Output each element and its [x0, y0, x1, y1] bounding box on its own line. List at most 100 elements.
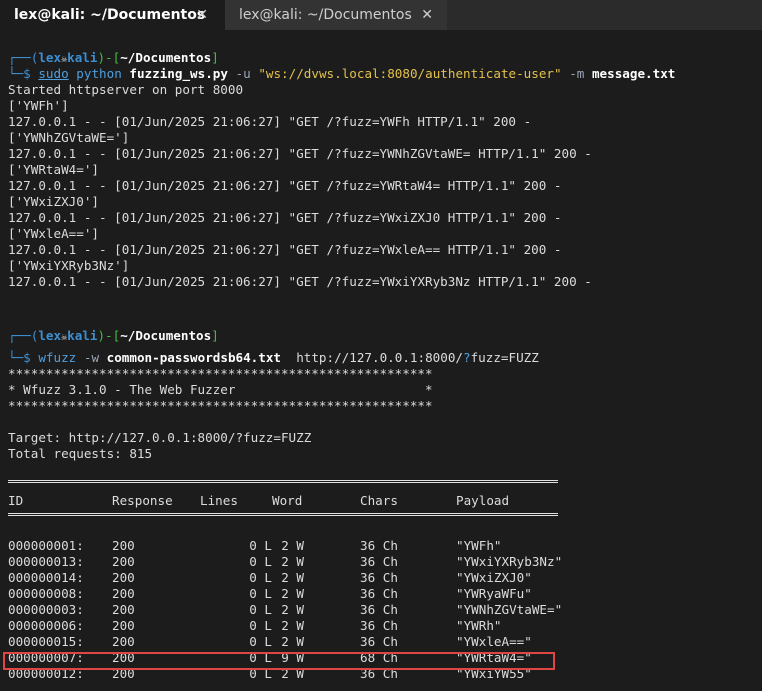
- output-line: 127.0.0.1 - - [01/Jun/2025 21:06:27] "GE…: [8, 146, 592, 161]
- banner-stars: ****************************************…: [8, 398, 433, 413]
- prompt-line: ┌──(lex☠kali)-[~/Documentos]: [8, 50, 219, 66]
- cmd-url: "ws://dvws.local:8080/authenticate-user": [258, 66, 562, 81]
- cmd-flag: -m: [569, 66, 585, 81]
- cell-payload: "YWxiYXRyb3Nz": [456, 554, 563, 569]
- cell-payload: "YWxiZXJ0": [456, 570, 532, 585]
- cmd-flag: -w: [83, 350, 100, 365]
- cmd-sudo: sudo: [38, 66, 69, 81]
- cell-payload: "YWRh": [456, 618, 502, 633]
- cell-lines: 0 L: [249, 554, 272, 569]
- tab-terminal-1[interactable]: lex@kali: ~/Documentos ✕: [0, 0, 222, 30]
- cell-word: 2 W: [281, 538, 304, 553]
- cell-response: 200: [112, 618, 135, 633]
- output-line: ['YWxiZXJ0']: [8, 194, 99, 209]
- table-rule: [8, 513, 558, 516]
- cell-payload: "YWRyaWFu": [456, 586, 532, 601]
- cell-id: 000000015:: [8, 634, 84, 649]
- cell-id: 000000008:: [8, 586, 84, 601]
- terminal-output[interactable]: ┌──(lex☠kali)-[~/Documentos] └─$ sudo py…: [0, 30, 762, 691]
- cell-id: 000000001:: [8, 538, 84, 553]
- cmd-flag: -u: [235, 66, 251, 81]
- command-line: └─$ sudo python fuzzing_ws.py -u "ws://d…: [8, 66, 675, 82]
- prompt-user: lex: [38, 328, 62, 343]
- cell-payload: "YWxleA==": [456, 634, 532, 649]
- output-line: 127.0.0.1 - - [01/Jun/2025 21:06:27] "GE…: [8, 178, 562, 193]
- output-line: 127.0.0.1 - - [01/Jun/2025 21:06:27] "GE…: [8, 210, 562, 225]
- output-line: ['YWxleA==']: [8, 226, 99, 241]
- cell-chars: 36 Ch: [360, 586, 398, 601]
- col-chars: Chars: [360, 493, 398, 508]
- output-line: ['YWxiYXRyb3Nz']: [8, 258, 130, 273]
- cmd-url-param: fuzz=FUZZ: [470, 350, 539, 365]
- prompt-path: ~/Documentos: [120, 328, 212, 343]
- cell-response: 200: [112, 554, 135, 569]
- output-line: 127.0.0.1 - - [01/Jun/2025 21:06:27] "GE…: [8, 274, 592, 289]
- cell-response: 200: [112, 602, 135, 617]
- banner-stars: ****************************************…: [8, 366, 433, 381]
- cell-lines: 0 L: [249, 538, 272, 553]
- highlight-box: [3, 652, 555, 670]
- cmd-url: http://127.0.0.1:8000/: [296, 350, 463, 365]
- cell-chars: 36 Ch: [360, 602, 398, 617]
- col-lines: Lines: [200, 493, 238, 508]
- cell-lines: 0 L: [249, 634, 272, 649]
- cmd-wfuzz: wfuzz: [38, 350, 77, 365]
- cell-chars: 36 Ch: [360, 634, 398, 649]
- cell-word: 2 W: [281, 554, 304, 569]
- output-line: ['YWFh']: [8, 98, 69, 113]
- cell-payload: "YWFh": [456, 538, 502, 553]
- table-row: 000000015: 200 0 L 2 W 36 Ch "YWxleA==": [8, 634, 532, 650]
- table-row: 000000008: 200 0 L 2 W 36 Ch "YWRyaWFu": [8, 586, 532, 602]
- table-row: 000000003: 200 0 L 2 W 36 Ch "YWNhZGVtaWE=": [8, 602, 562, 618]
- cell-chars: 36 Ch: [360, 554, 398, 569]
- table-row: 000000001: 200 0 L 2 W 36 Ch "YWFh": [8, 538, 502, 554]
- prompt-close: ]: [211, 50, 219, 65]
- col-payload: Payload: [456, 493, 510, 508]
- output-line: 127.0.0.1 - - [01/Jun/2025 21:06:27] "GE…: [8, 114, 532, 129]
- tab-label: lex@kali: ~/Documentos: [239, 7, 412, 23]
- table-rule: [8, 480, 558, 483]
- col-response: Response: [112, 493, 173, 508]
- cmd-script: fuzzing_ws.py: [129, 66, 228, 81]
- tab-label: lex@kali: ~/Documentos: [14, 7, 206, 23]
- close-icon[interactable]: ✕: [196, 7, 208, 23]
- cell-id: 000000006:: [8, 618, 84, 633]
- target-line: Target: http://127.0.0.1:8000/?fuzz=FUZZ: [8, 430, 312, 445]
- prompt-line: ┌──(lex☠kali)-[~/Documentos]: [8, 328, 219, 344]
- tab-bar: lex@kali: ~/Documentos ✕ lex@kali: ~/Doc…: [0, 0, 762, 30]
- cell-lines: 0 L: [249, 570, 272, 585]
- col-word: Word: [272, 493, 303, 508]
- cell-id: 000000013:: [8, 554, 84, 569]
- cell-response: 200: [112, 570, 135, 585]
- tab-terminal-2[interactable]: lex@kali: ~/Documentos ✕: [225, 0, 447, 30]
- table-row: 000000013: 200 0 L 2 W 36 Ch "YWxiYXRyb3Nz": [8, 554, 562, 570]
- command-line: └─$ wfuzz -w common-passwordsb64.txt htt…: [8, 350, 539, 366]
- cell-word: 2 W: [281, 570, 304, 585]
- cell-id: 000000014:: [8, 570, 84, 585]
- close-icon[interactable]: ✕: [421, 7, 433, 23]
- cell-payload: "YWNhZGVtaWE=": [456, 602, 563, 617]
- cell-response: 200: [112, 538, 135, 553]
- table-header: ID Response Lines Word Chars Payload: [8, 493, 509, 509]
- prompt-close: ]: [211, 328, 219, 343]
- cmd-python: python: [76, 66, 122, 81]
- prompt-user: lex: [38, 50, 62, 65]
- cell-lines: 0 L: [249, 618, 272, 633]
- cell-word: 2 W: [281, 602, 304, 617]
- cell-lines: 0 L: [249, 586, 272, 601]
- total-requests: Total requests: 815: [8, 446, 153, 461]
- prompt-host: kali: [67, 328, 98, 343]
- cell-word: 2 W: [281, 586, 304, 601]
- prompt-mid: )-[: [97, 50, 121, 65]
- col-id: ID: [8, 493, 24, 508]
- cell-id: 000000003:: [8, 602, 84, 617]
- table-row: 000000006: 200 0 L 2 W 36 Ch "YWRh": [8, 618, 502, 634]
- output-line: Started httpserver on port 8000: [8, 82, 244, 97]
- table-row: 000000014: 200 0 L 2 W 36 Ch "YWxiZXJ0": [8, 570, 532, 586]
- output-line: ['YWNhZGVtaWE=']: [8, 130, 130, 145]
- prompt-arrow: └─$: [8, 66, 31, 81]
- prompt-mid: )-[: [97, 328, 121, 343]
- prompt-open: ┌──(: [8, 50, 39, 65]
- prompt-open: ┌──(: [8, 328, 39, 343]
- output-line: 127.0.0.1 - - [01/Jun/2025 21:06:27] "GE…: [8, 242, 562, 257]
